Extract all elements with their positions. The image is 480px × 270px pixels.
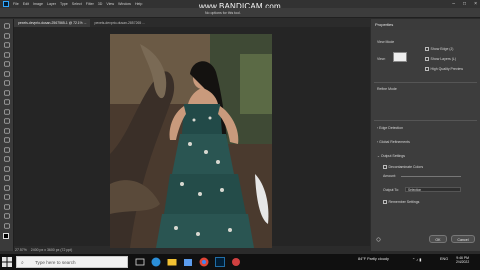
weather-widget[interactable]: 84°F Partly cloudy — [358, 257, 389, 261]
gradient-tool-icon[interactable] — [3, 137, 11, 143]
amount-label: Amount: — [383, 174, 397, 178]
document-info: 2400 px x 3600 px (72 ppi) — [30, 248, 73, 252]
eraser-tool-icon[interactable] — [3, 128, 11, 134]
refine-mode-label: Refine Mode — [377, 87, 397, 91]
view-mode-label: View Mode — [377, 40, 395, 44]
output-to-dropdown[interactable]: Selection — [405, 187, 461, 192]
photo-image — [110, 34, 272, 248]
healing-tool-icon[interactable] — [3, 90, 11, 96]
properties-panel: Properties View Mode View: Show Edge (J)… — [371, 19, 480, 251]
photoshop-taskbar-icon[interactable] — [214, 256, 226, 268]
global-refinements-section[interactable]: › Global Refinements — [377, 140, 410, 144]
hand-tool-icon[interactable] — [3, 204, 11, 210]
divider — [374, 82, 477, 83]
divider — [374, 120, 477, 121]
output-to-label: Output To: — [383, 188, 400, 192]
rectangle-tool-icon[interactable] — [3, 194, 11, 200]
blur-tool-icon[interactable] — [3, 147, 11, 153]
eyedropper-tool-icon[interactable] — [3, 80, 11, 86]
edge-detection-section[interactable]: › Edge Detection — [377, 126, 403, 130]
options-notice: No options for this tool. — [205, 11, 241, 15]
tab-document-2[interactable]: pexels-devprio-dusan-2857265 ... — [90, 19, 149, 27]
amount-slider[interactable] — [401, 176, 461, 177]
view-label: View: — [377, 57, 386, 61]
store-icon[interactable] — [182, 256, 194, 268]
properties-body: View Mode View: Show Edge (J) Show Layer… — [371, 30, 480, 251]
path-select-tool-icon[interactable] — [3, 185, 11, 191]
high-quality-checkbox[interactable] — [425, 67, 429, 71]
file-explorer-icon[interactable] — [166, 256, 178, 268]
tools-panel — [0, 19, 14, 251]
language-indicator[interactable]: ENG — [440, 257, 448, 261]
output-settings-section[interactable]: ⌄ Output Settings — [377, 154, 405, 158]
decontaminate-option[interactable]: Decontaminate Colors — [383, 165, 423, 169]
zoom-readout[interactable]: 27.57% — [15, 248, 27, 252]
status-bar: 27.57% 2400 px x 3600 px (72 ppi) — [15, 248, 72, 252]
edge-browser-icon[interactable] — [150, 256, 162, 268]
tab-document-1[interactable]: pexels-devprio-dusan-2567565-1 @ 72.1% .… — [14, 19, 91, 27]
document-photo[interactable] — [110, 34, 272, 248]
crop-tool-icon[interactable] — [3, 61, 11, 67]
system-tray-icons[interactable]: ⌃ ♪ ▮ — [412, 257, 421, 262]
options-bar: No options for this tool. — [0, 8, 480, 18]
task-view-icon[interactable] — [134, 256, 146, 268]
view-mode-thumbnail[interactable] — [393, 52, 407, 62]
marquee-tool-icon[interactable] — [3, 33, 11, 39]
type-tool-icon[interactable] — [3, 175, 11, 181]
more-tool-icon[interactable] — [3, 223, 11, 229]
lasso-tool-icon[interactable] — [3, 42, 11, 48]
decontaminate-checkbox[interactable] — [383, 165, 387, 169]
show-layers-checkbox[interactable] — [425, 57, 429, 61]
zoom-tool-icon[interactable] — [3, 213, 11, 219]
show-layers-option[interactable]: Show Layers (L) — [425, 57, 456, 61]
history-brush-tool-icon[interactable] — [3, 118, 11, 124]
foreground-color-swatch[interactable] — [3, 233, 9, 239]
move-tool-icon[interactable] — [3, 23, 11, 29]
windows-taskbar: ⌕ Type here to search 84°F Partly cloudy… — [0, 254, 480, 270]
clock-date: 2/4/2022 — [456, 260, 470, 265]
show-edge-option[interactable]: Show Edge (J) — [425, 47, 453, 51]
properties-title: Properties — [375, 22, 394, 27]
brush-tool-icon[interactable] — [3, 99, 11, 105]
app-icon[interactable] — [230, 256, 242, 268]
frame-tool-icon[interactable] — [3, 71, 11, 77]
pen-tool-icon[interactable] — [3, 166, 11, 172]
ok-button[interactable]: OK — [429, 235, 447, 243]
properties-header: Properties — [371, 19, 480, 30]
taskbar-search-box[interactable]: ⌕ Type here to search — [16, 256, 128, 268]
remember-checkbox[interactable] — [383, 200, 387, 204]
show-edge-checkbox[interactable] — [425, 47, 429, 51]
search-icon: ⌕ — [21, 260, 24, 266]
remember-settings-option[interactable]: Remember Settings — [383, 200, 419, 204]
dodge-tool-icon[interactable] — [3, 156, 11, 162]
clock[interactable]: 9:46 PM 2/4/2022 — [456, 256, 469, 265]
document-tabs: pexels-devprio-dusan-2567565-1 @ 72.1% .… — [14, 19, 370, 27]
quick-select-tool-icon[interactable] — [3, 52, 11, 58]
cancel-button[interactable]: Cancel — [451, 235, 475, 243]
high-quality-option[interactable]: High Quality Preview — [425, 67, 463, 71]
reset-icon[interactable] — [376, 237, 381, 242]
chrome-icon[interactable] — [198, 256, 210, 268]
clone-stamp-tool-icon[interactable] — [3, 109, 11, 115]
taskbar-search-placeholder: Type here to search — [35, 260, 76, 265]
windows-start-icon[interactable] — [2, 257, 12, 267]
